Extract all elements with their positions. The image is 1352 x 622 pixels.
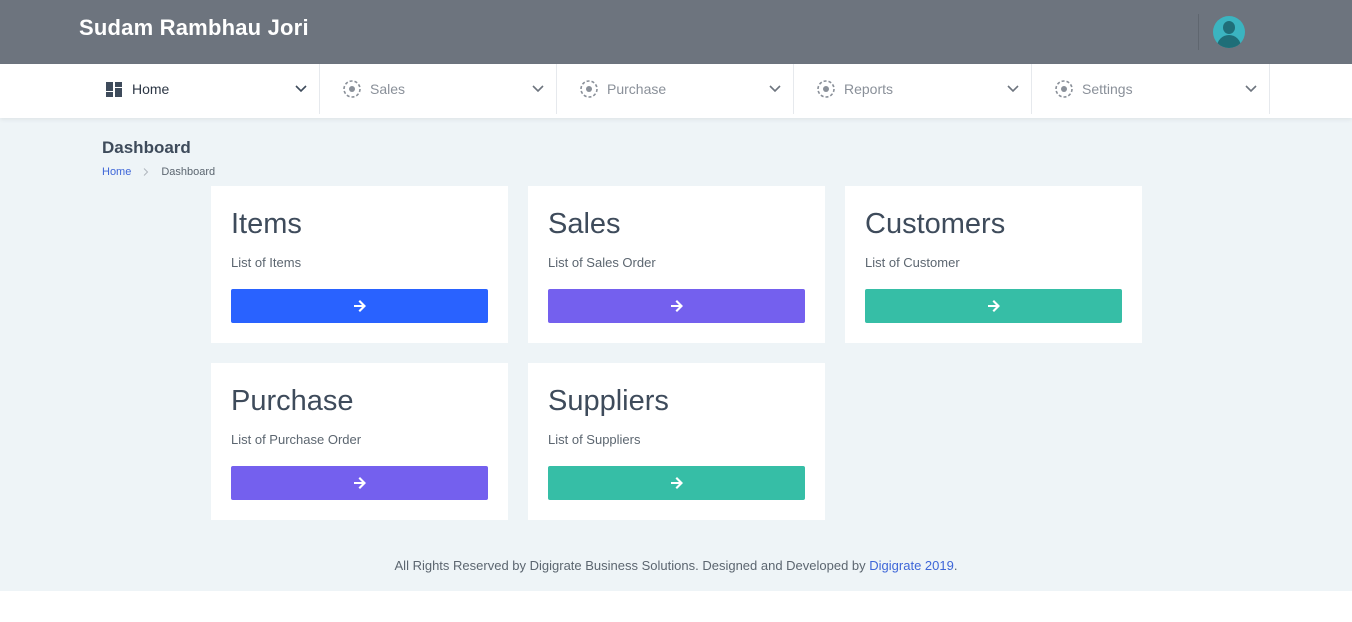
card-purchase: Purchase List of Purchase Order [211,363,508,520]
dotted-circle-icon [343,80,361,98]
footer-link[interactable]: Digigrate 2019 [869,558,954,573]
card-subtitle: List of Items [231,255,302,270]
arrow-right-icon [353,477,366,489]
breadcrumb-home-link[interactable]: Home [102,166,131,178]
nav-label-reports: Reports [844,81,894,97]
nav-item-sales[interactable]: Sales [320,64,557,114]
nav-item-reports[interactable]: Reports [794,64,1032,114]
nav-label-settings: Settings [1082,81,1133,97]
arrow-right-icon [987,300,1000,312]
arrow-right-icon [670,300,683,312]
breadcrumb-current: Dashboard [161,166,216,178]
card-title: Customers [865,208,1006,240]
chevron-down-icon [295,85,307,93]
nav-label-sales: Sales [370,81,406,97]
top-header-bar: Sudam Rambhau Jori [0,0,1352,64]
card-title: Purchase [231,385,354,417]
dotted-circle-icon [580,80,598,98]
card-subtitle: List of Purchase Order [231,432,362,447]
card-items: Items List of Items [211,186,508,343]
arrow-right-icon [670,477,683,489]
suppliers-open-button[interactable] [548,466,805,500]
brand-title[interactable]: Sudam Rambhau Jori [79,15,309,41]
chevron-down-icon [1007,85,1019,93]
chevron-down-icon [769,85,781,93]
card-sales: Sales List of Sales Order [528,186,825,343]
card-suppliers: Suppliers List of Suppliers [528,363,825,520]
card-subtitle: List of Customer [865,255,960,270]
card-title: Suppliers [548,385,669,417]
card-title: Items [231,208,302,240]
main-navigation: Home Sales Purchase Reports Settings [0,64,1352,118]
arrow-right-icon [353,300,366,312]
nav-label-home: Home [132,81,170,97]
dashboard-grid-icon [106,82,122,97]
header-divider [1198,14,1199,50]
page-title: Dashboard [102,138,191,157]
dotted-circle-icon [1055,80,1073,98]
dotted-circle-icon [817,80,835,98]
purchase-open-button[interactable] [231,466,488,500]
customers-open-button[interactable] [865,289,1122,323]
footer-end: . [953,558,958,573]
chevron-down-icon [532,85,544,93]
chevron-right-icon [143,168,149,176]
nav-item-purchase[interactable]: Purchase [557,64,794,114]
chevron-down-icon [1245,85,1257,93]
footer-text: All Rights Reserved by Digigrate Busines… [394,558,870,573]
nav-item-home[interactable]: Home [82,64,320,114]
items-open-button[interactable] [231,289,488,323]
card-subtitle: List of Suppliers [548,432,641,447]
card-subtitle: List of Sales Order [548,255,656,270]
nav-label-purchase: Purchase [607,81,667,97]
card-customers: Customers List of Customer [845,186,1142,343]
footer: All Rights Reserved by Digigrate Busines… [0,558,1352,573]
sales-open-button[interactable] [548,289,805,323]
user-avatar-icon[interactable] [1213,16,1245,48]
breadcrumb: Home Dashboard [102,166,215,178]
dashboard-content: Dashboard Home Dashboard Items List of I… [0,118,1352,591]
card-title: Sales [548,208,621,240]
nav-item-settings[interactable]: Settings [1032,64,1270,114]
